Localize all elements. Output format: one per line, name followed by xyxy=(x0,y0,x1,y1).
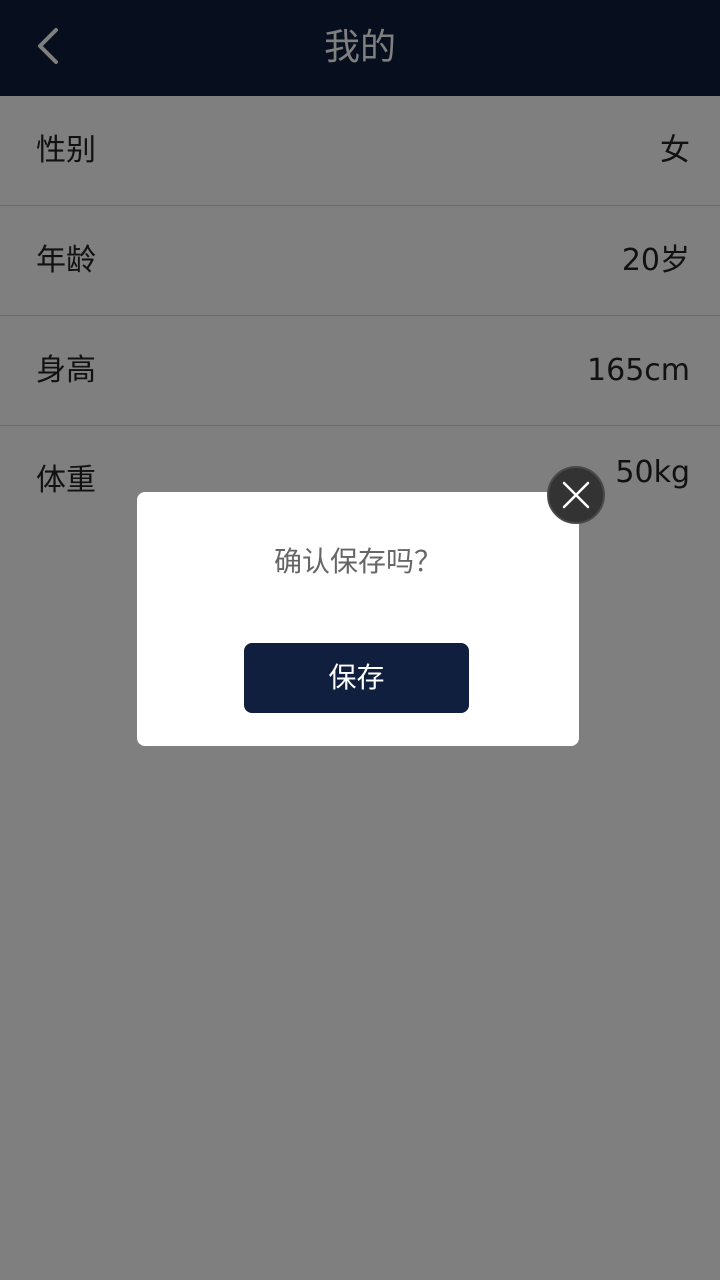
dialog-message: 确认保存吗？ xyxy=(273,545,442,578)
close-button[interactable] xyxy=(547,466,605,524)
confirm-dialog: 确认保存吗？ 保存 xyxy=(137,492,579,746)
close-icon xyxy=(562,481,590,509)
save-button[interactable]: 保存 xyxy=(244,643,469,713)
profile-page: 我的 性别 女 年龄 20岁 身高 165cm 体重 50kg 确认保存吗？ 保… xyxy=(0,0,720,1280)
